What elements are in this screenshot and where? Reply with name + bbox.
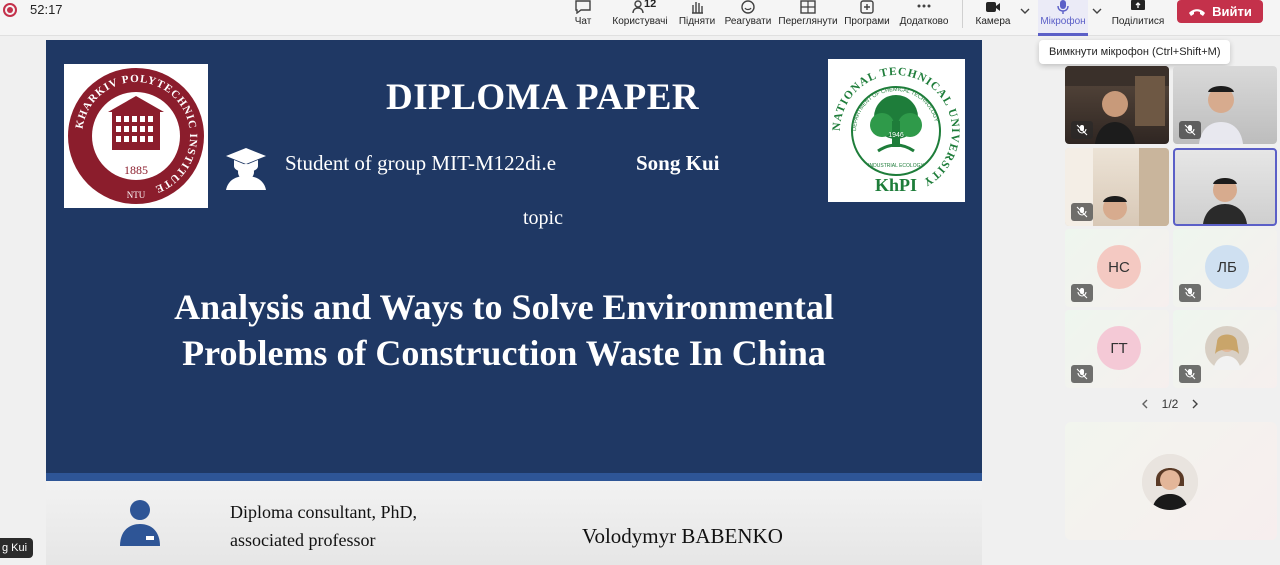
participant-tile-2[interactable]: ЛБ [1173,229,1277,307]
mic-off-icon [1179,284,1201,302]
participant-initials: ЛБ [1205,245,1249,289]
grid-view-icon [800,0,816,14]
mic-off-icon [1179,121,1201,139]
share-icon [1131,0,1145,10]
gallery-pager: 1/2 [1140,396,1200,412]
smile-icon [741,0,755,14]
student-name: Song Kui [636,151,720,175]
microphone-tooltip: Вимкнути мікрофон (Ctrl+Shift+M) [1039,40,1231,64]
participant-initials: НС [1097,245,1141,289]
share-button[interactable]: Поділитися [1110,0,1166,36]
slide-band [46,473,982,481]
share-label: Поділитися [1111,16,1165,27]
microphone-button[interactable]: Мікрофон [1038,0,1088,36]
view-label: Переглянути [778,16,838,27]
apps-label: Програми [844,16,890,27]
participant-initials: ГТ [1097,326,1141,370]
self-view-tile[interactable] [1065,422,1277,540]
svg-text:1885: 1885 [124,163,148,177]
svg-text:INDUSTRIAL ECOLOGY: INDUSTRIAL ECOLOGY [868,163,924,169]
self-photo [1142,454,1198,510]
shared-slide: KHARKIV POLYTECHNIC INSTITUTE 1885 NTU N… [46,40,982,565]
participant-video-3[interactable] [1065,148,1169,226]
view-button[interactable]: Переглянути [778,0,838,36]
student-group: Student of group MIT-M122di.e [285,151,557,175]
react-button[interactable]: Реагувати [724,0,772,36]
recording-icon [3,3,17,17]
participant-tile-4[interactable] [1173,310,1277,388]
meeting-timer: 52:17 [30,2,63,17]
topic-label: topic [523,207,563,229]
svg-text:KhPI: KhPI [875,175,917,195]
mic-off-icon [1179,365,1201,383]
chat-button[interactable]: Чат [568,0,598,36]
add-app-icon [860,0,874,14]
kpi-logo: KHARKIV POLYTECHNIC INSTITUTE 1885 NTU [64,64,208,208]
people-count: 12 [644,0,657,10]
people-label: Користувачі [612,16,668,27]
raise-hand-label: Підняти [678,16,716,27]
chevron-down-icon[interactable] [1019,5,1031,17]
svg-text:1946: 1946 [888,132,904,139]
camera-label: Камера [975,16,1011,27]
chat-label: Чат [574,16,592,27]
microphone-label: Мікрофон [1040,16,1086,27]
chat-icon [575,0,591,14]
more-icon [917,4,931,8]
mic-off-icon [1071,365,1093,383]
khpi-logo: NATIONAL TECHNICAL UNIVERSITY DEPARTMENT… [828,59,965,202]
hand-icon [692,2,703,14]
meeting-window: 52:17 Чат 12 Користувачі Підняти Реагува… [0,0,1280,565]
graduate-icon [226,148,266,190]
participant-video-4[interactable] [1173,148,1277,226]
presenter-name-tag: g Kui [0,538,34,558]
participant-video-frame [1203,178,1247,224]
microphone-icon [1057,0,1069,14]
thesis-line-2: Problems of Construction Waste In China [182,333,826,373]
participant-photo [1205,326,1249,370]
consultant-title: Diploma consultant, PhD, associated prof… [230,498,417,554]
supervisor-name: Volodymyr BABENKO [582,524,783,548]
leave-button[interactable]: Вийти [1177,0,1263,23]
raise-hand-button[interactable]: Підняти [676,0,718,36]
consultant-line-1: Diploma consultant, PhD, [230,502,417,522]
more-label: Додатково [899,16,949,27]
mic-off-icon [1071,284,1093,302]
mic-off-icon [1071,203,1093,221]
consultant-line-2: associated professor [230,530,376,550]
meeting-toolbar: 52:17 Чат 12 Користувачі Підняти Реагува… [0,0,1280,36]
more-button[interactable]: Додатково [898,0,950,36]
camera-button[interactable]: Камера [972,0,1014,36]
participant-video-1[interactable] [1065,66,1169,144]
camera-off-icon [986,2,1000,12]
toolbar-divider [962,0,963,28]
slide-footer [46,481,982,565]
leave-label: Вийти [1212,4,1252,19]
thesis-title: Analysis and Ways to Solve Environmental… [86,284,922,376]
svg-text:NTU: NTU [127,190,146,200]
people-button[interactable]: 12 Користувачі [610,0,670,36]
self-avatar [1142,454,1198,510]
phone-hangup-icon [1189,8,1206,16]
page-indicator: 1/2 [1161,397,1179,411]
consultant-icon [120,500,160,546]
slide-title: DIPLOMA PAPER [386,77,700,118]
apps-button[interactable]: Програми [842,0,892,36]
participant-tile-3[interactable]: ГТ [1065,310,1169,388]
participant-tile-1[interactable]: НС [1065,229,1169,307]
chevron-right-icon[interactable] [1190,398,1200,410]
mic-off-icon [1071,121,1093,139]
react-label: Реагувати [724,16,772,27]
participant-video-2[interactable] [1173,66,1277,144]
chevron-down-icon[interactable] [1091,5,1103,17]
chevron-left-icon[interactable] [1140,398,1150,410]
thesis-line-1: Analysis and Ways to Solve Environmental [174,287,834,327]
